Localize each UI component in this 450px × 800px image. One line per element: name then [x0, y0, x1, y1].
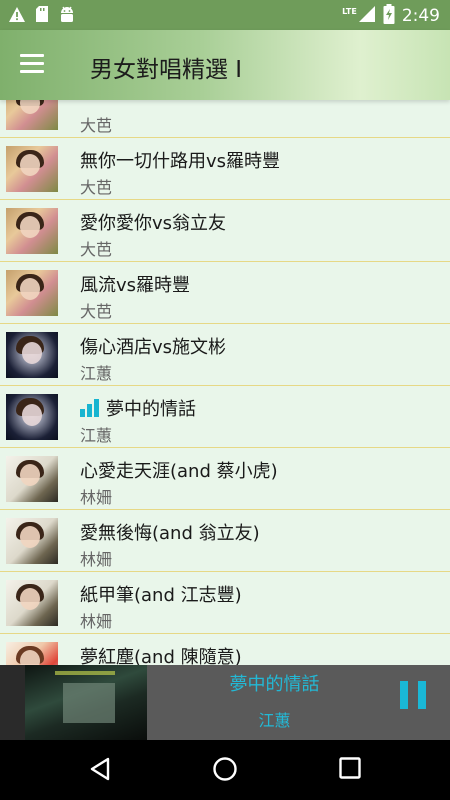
app-bar: 男女對唱精選 I [0, 30, 450, 100]
song-thumbnail [6, 518, 58, 564]
song-title-text: 傷心酒店vs施文彬 [80, 337, 227, 358]
song-artist: 大芭 [80, 116, 113, 135]
song-title: 紙甲筆(and 江志豐) [80, 581, 242, 607]
song-row[interactable]: 紙甲筆(and 江志豐) 林姍 [0, 572, 450, 634]
status-bar: LTE 2:49 [0, 0, 450, 30]
song-title-text: 夢中的情話 [106, 399, 196, 420]
song-thumbnail [6, 146, 58, 192]
song-title-text: 愛無後悔(and 翁立友) [80, 523, 260, 544]
song-title: 傷心酒店vs施文彬 [80, 333, 226, 359]
song-title-text: 風流vs羅時豐 [80, 275, 191, 296]
song-artist: 大芭 [80, 302, 113, 321]
signal-icon [358, 5, 376, 27]
song-thumbnail [6, 100, 58, 130]
now-playing-title: 夢中的情話 [229, 674, 320, 695]
page-title: 男女對唱精選 I [90, 57, 243, 83]
song-list[interactable]: 大芭 無你一切什路用vs羅時豐 大芭 愛你愛你vs翁立友 大芭 風流vs羅時豐 大芭 傷心酒店… [0, 100, 450, 665]
network-type: LTE [342, 6, 357, 16]
android-icon [58, 5, 76, 27]
song-title-text: 心愛走天涯(and 蔡小虎) [80, 461, 278, 482]
battery-charging-icon [383, 4, 395, 28]
song-thumbnail [6, 270, 58, 316]
now-playing-bar[interactable]: 夢中的情話 江蕙 [0, 665, 450, 740]
song-thumbnail [6, 394, 58, 440]
now-playing-info[interactable]: 夢中的情話 江蕙 [147, 665, 450, 740]
song-row[interactable]: 心愛走天涯(and 蔡小虎) 林姍 [0, 448, 450, 510]
song-thumbnail [6, 208, 58, 254]
song-title-text: 無你一切什路用vs羅時豐 [80, 151, 281, 172]
song-thumbnail [6, 332, 58, 378]
song-title: 愛無後悔(and 翁立友) [80, 519, 260, 545]
hamburger-menu-icon[interactable] [20, 54, 50, 76]
song-title: 風流vs羅時豐 [80, 271, 190, 297]
now-playing-artist: 江蕙 [258, 711, 291, 730]
song-artist: 林姍 [80, 612, 113, 631]
song-thumbnail [6, 456, 58, 502]
song-row[interactable]: 傷心酒店vs施文彬 江蕙 [0, 324, 450, 386]
home-icon[interactable] [212, 756, 238, 786]
song-thumbnail [6, 580, 58, 626]
song-row[interactable]: 愛無後悔(and 翁立友) 林姍 [0, 510, 450, 572]
song-artist: 江蕙 [80, 364, 113, 383]
back-icon[interactable] [88, 756, 112, 786]
album-art[interactable] [25, 665, 147, 740]
song-title: 夢紅塵(and 陳隨意) [80, 643, 242, 665]
song-title-text: 夢紅塵(and 陳隨意) [80, 647, 242, 665]
song-title-text: 愛你愛你vs翁立友 [80, 213, 227, 234]
song-row[interactable]: 愛你愛你vs翁立友 大芭 [0, 200, 450, 262]
song-artist: 大芭 [80, 178, 113, 197]
song-title: 心愛走天涯(and 蔡小虎) [80, 457, 278, 483]
song-artist: 林姍 [80, 550, 113, 569]
song-row[interactable]: 大芭 [0, 100, 450, 138]
song-artist: 江蕙 [80, 426, 113, 445]
song-artist: 林姍 [80, 488, 113, 507]
now-playing-equalizer-icon [80, 399, 100, 417]
song-row[interactable]: 夢紅塵(and 陳隨意)唐儷 [0, 634, 450, 665]
navigation-bar [0, 740, 450, 800]
song-artist: 大芭 [80, 240, 113, 259]
recents-icon[interactable] [338, 756, 362, 784]
song-thumbnail [6, 642, 58, 665]
song-row[interactable]: 夢中的情話江蕙 [0, 386, 450, 448]
song-title-text: 紙甲筆(and 江志豐) [80, 585, 242, 606]
song-title: 愛你愛你vs翁立友 [80, 209, 226, 235]
warning-icon [8, 6, 26, 27]
song-row[interactable]: 風流vs羅時豐 大芭 [0, 262, 450, 324]
sd-card-icon [35, 5, 49, 27]
clock: 2:49 [401, 6, 440, 26]
song-title: 夢中的情話 [80, 395, 196, 421]
song-row[interactable]: 無你一切什路用vs羅時豐 大芭 [0, 138, 450, 200]
song-title: 無你一切什路用vs羅時豐 [80, 147, 280, 173]
pause-icon[interactable] [400, 681, 426, 709]
